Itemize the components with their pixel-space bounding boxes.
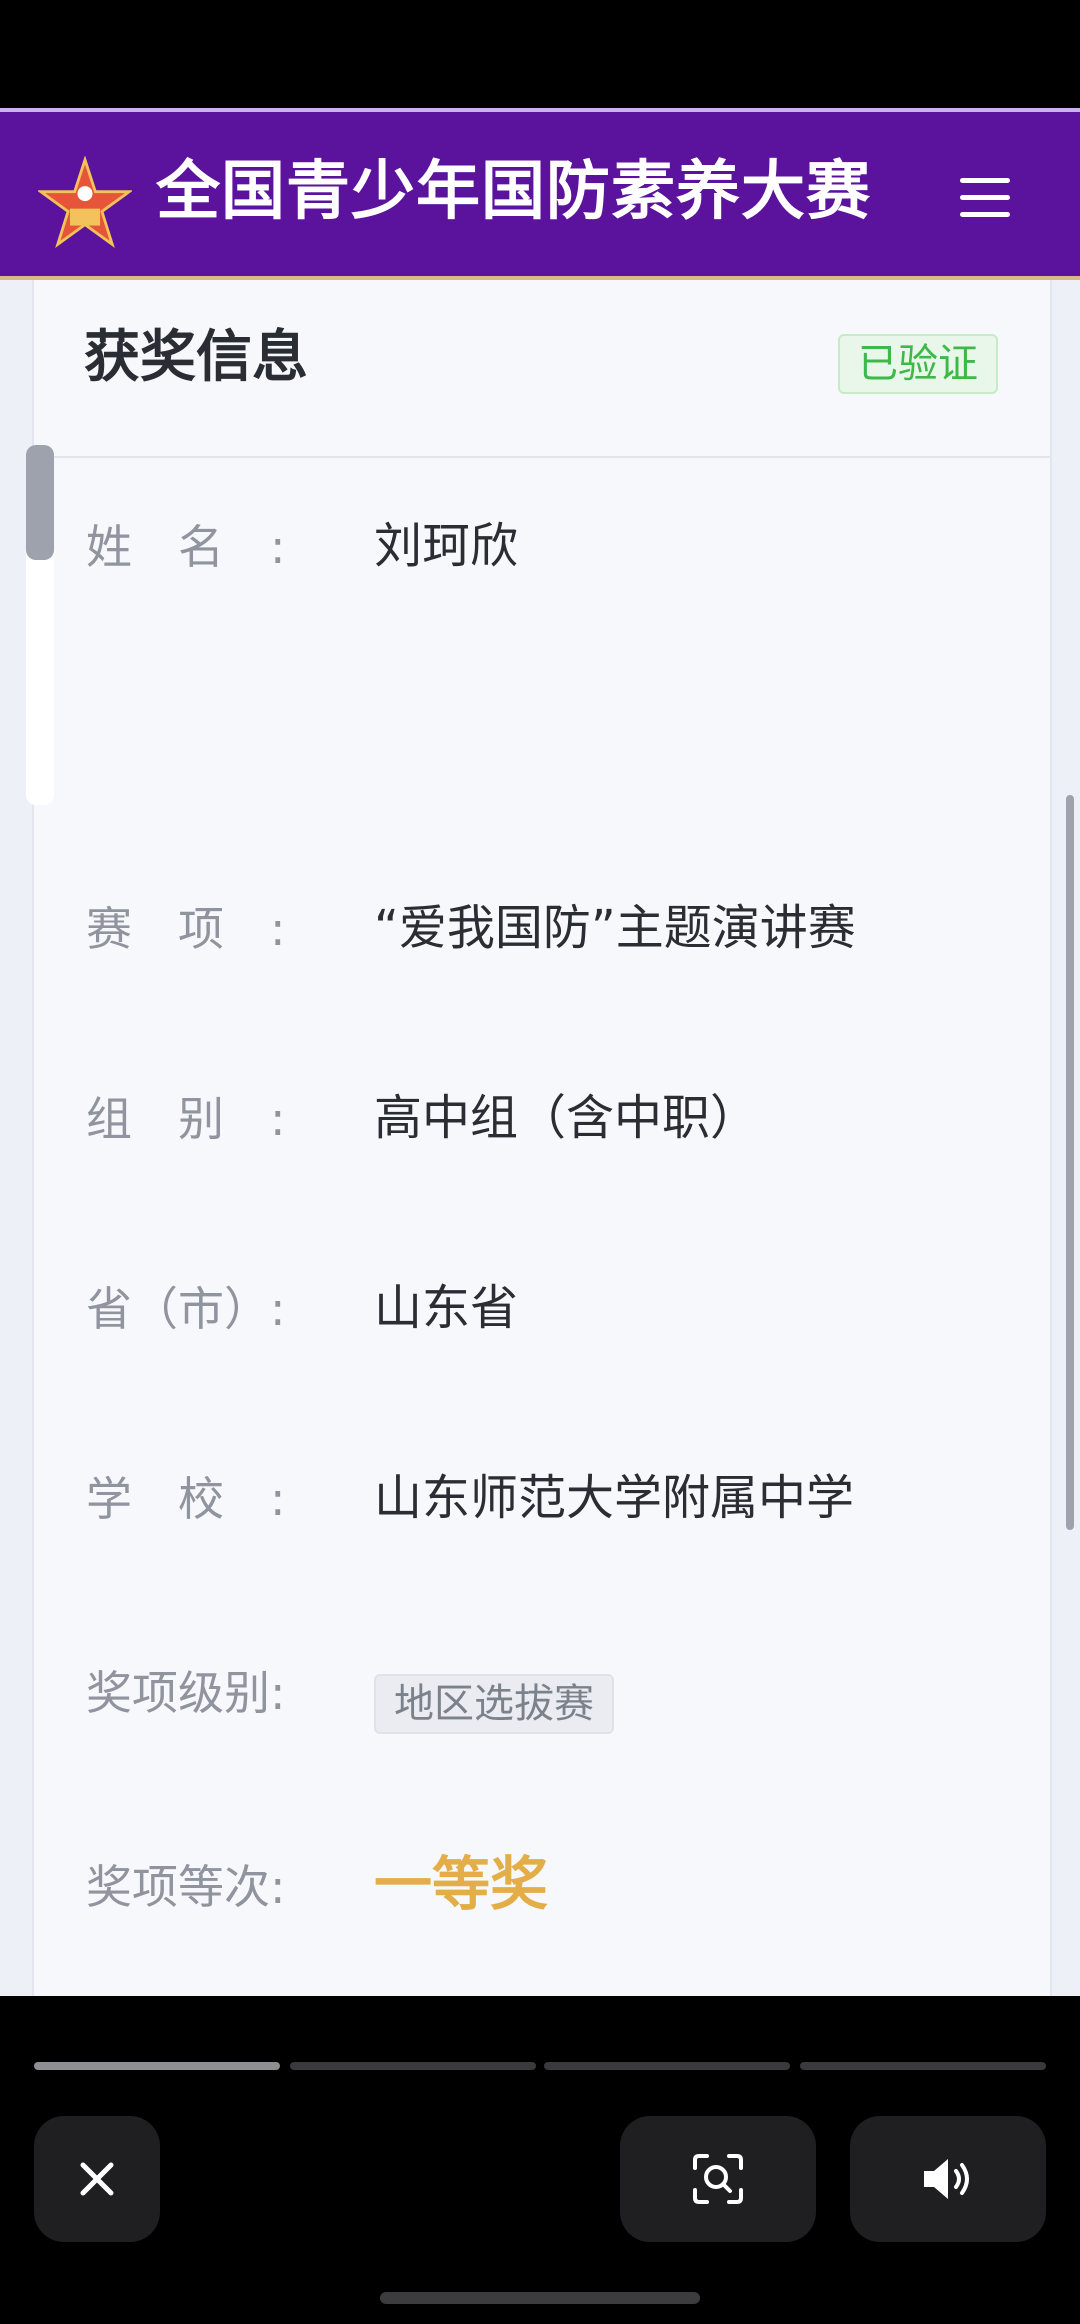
verified-badge: 已验证 <box>838 334 998 394</box>
school-label: 学 校 : <box>86 1472 286 1526</box>
award-level-tag: 地区选拔赛 <box>374 1674 614 1734</box>
province-value: 山东省 <box>374 1280 519 1336</box>
emblem-star-icon <box>38 156 132 248</box>
event-label: 赛 项 : <box>86 902 286 956</box>
divider <box>34 456 1050 458</box>
page-viewport[interactable]: 获奖信息 已验证 姓 名 : 刘珂欣 赛 项 : “爱我国防”主题演讲赛 组 别… <box>0 280 1080 1996</box>
close-button[interactable] <box>34 2116 160 2242</box>
story-progress-segment <box>34 2062 280 2070</box>
event-value: “爱我国防”主题演讲赛 <box>374 900 856 956</box>
award-info-card: 获奖信息 已验证 姓 名 : 刘珂欣 赛 项 : “爱我国防”主题演讲赛 组 别… <box>32 280 1052 1996</box>
card-title: 获奖信息 <box>84 325 308 390</box>
group-label: 组 别 : <box>86 1092 286 1146</box>
story-progress-segment <box>544 2062 790 2070</box>
school-value: 山东师范大学附属中学 <box>374 1470 855 1526</box>
scan-search-icon <box>693 2154 743 2204</box>
home-indicator[interactable] <box>380 2292 700 2304</box>
site-header: 全国青少年国防素养大赛 <box>0 108 1080 280</box>
province-label: 省（市）: <box>86 1282 286 1336</box>
name-value: 刘珂欣 <box>374 518 519 574</box>
name-label: 姓 名 : <box>86 520 286 574</box>
close-icon <box>80 2162 114 2196</box>
story-progress-segment <box>800 2062 1046 2070</box>
speaker-icon <box>924 2159 969 2199</box>
award-level-label: 奖项级别: <box>86 1666 286 1720</box>
visual-search-button[interactable] <box>620 2116 816 2242</box>
page-scrollbar-thumb[interactable] <box>1066 795 1074 1530</box>
sound-button[interactable] <box>850 2116 1046 2242</box>
group-value: 高中组（含中职） <box>374 1090 759 1146</box>
site-title: 全国青少年国防素养大赛 <box>156 155 871 229</box>
left-scrollbar-thumb[interactable] <box>26 445 54 560</box>
award-grade-value: 一等奖 <box>374 1850 549 1918</box>
menu-icon[interactable] <box>960 178 1010 222</box>
status-bar <box>0 0 1080 108</box>
story-progress-segment <box>290 2062 536 2070</box>
story-controls <box>0 1996 1080 2324</box>
award-grade-label: 奖项等次: <box>86 1860 286 1914</box>
